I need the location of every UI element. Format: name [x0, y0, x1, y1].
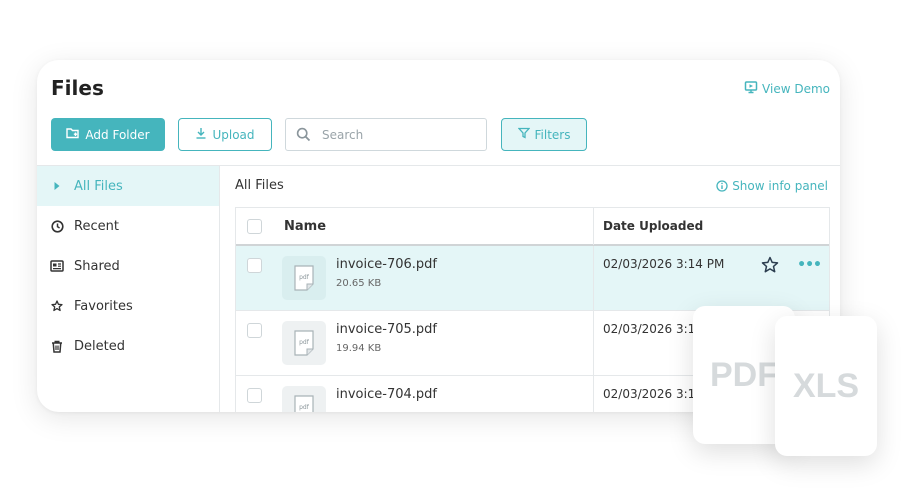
search-icon [296, 127, 311, 142]
table-row[interactable]: pdf invoice-706.pdf 20.65 KB 02/03/2026 … [236, 246, 829, 311]
row-checkbox[interactable] [246, 258, 262, 273]
clock-icon [50, 219, 64, 233]
svg-text:pdf: pdf [299, 404, 310, 411]
sidebar: All Files Recent Shared Favorites Delete… [37, 166, 220, 412]
pdf-file-icon: pdf [282, 386, 326, 412]
show-info-panel-link[interactable]: Show info panel [716, 179, 828, 193]
page-title: Files [51, 76, 104, 100]
column-header-date[interactable]: Date Uploaded [593, 207, 829, 245]
svg-text:pdf: pdf [299, 274, 310, 281]
file-name[interactable]: invoice-704.pdf [336, 387, 437, 402]
favorite-star-icon[interactable] [761, 256, 779, 274]
search-box[interactable] [285, 118, 487, 151]
add-folder-button[interactable]: Add Folder [51, 118, 165, 151]
filters-label: Filters [534, 127, 571, 142]
info-panel-label: Show info panel [732, 179, 828, 193]
sidebar-item-recent[interactable]: Recent [37, 206, 219, 246]
upload-button[interactable]: Upload [178, 118, 272, 151]
table-header: Name Date Uploaded [236, 207, 829, 246]
pdf-file-icon: pdf [282, 321, 326, 365]
shared-card-icon [50, 260, 64, 272]
sidebar-item-all-files[interactable]: All Files [37, 166, 219, 206]
column-header-name[interactable]: Name [272, 219, 593, 234]
file-size: 19.94 KB [336, 343, 382, 354]
trash-icon [50, 340, 64, 353]
sidebar-item-label: Recent [74, 218, 119, 234]
star-icon [50, 300, 64, 312]
row-checkbox[interactable] [246, 388, 262, 403]
sidebar-item-favorites[interactable]: Favorites [37, 286, 219, 326]
sidebar-item-label: Shared [74, 258, 120, 274]
view-demo-link[interactable]: View Demo [744, 80, 830, 97]
caret-right-icon [50, 181, 64, 191]
sidebar-item-label: All Files [74, 178, 123, 194]
upload-label: Upload [212, 127, 255, 142]
xls-document-card: XLS [775, 316, 877, 456]
file-size: 20.65 KB [336, 278, 382, 289]
info-icon [716, 180, 728, 192]
row-checkbox[interactable] [246, 323, 262, 338]
xls-card-label: XLS [792, 366, 860, 405]
sidebar-item-deleted[interactable]: Deleted [37, 326, 219, 366]
sidebar-item-shared[interactable]: Shared [37, 246, 219, 286]
filters-button[interactable]: Filters [501, 118, 587, 151]
sidebar-item-label: Deleted [74, 338, 125, 354]
more-options-icon[interactable]: ••• [797, 257, 822, 273]
presentation-icon [744, 80, 758, 97]
breadcrumb: All Files [235, 178, 284, 193]
svg-text:pdf: pdf [299, 339, 310, 346]
search-input[interactable] [322, 127, 472, 142]
sidebar-item-label: Favorites [74, 298, 133, 314]
file-name[interactable]: invoice-705.pdf [336, 322, 437, 337]
download-arrow-icon [195, 127, 207, 142]
file-name[interactable]: invoice-706.pdf [336, 257, 437, 272]
select-all-checkbox[interactable] [246, 218, 262, 234]
add-folder-label: Add Folder [85, 127, 150, 142]
view-demo-label: View Demo [762, 81, 830, 96]
add-folder-icon [66, 127, 80, 142]
pdf-file-icon: pdf [282, 256, 326, 300]
pdf-card-label: PDF [710, 355, 778, 394]
filter-funnel-icon [517, 127, 530, 142]
